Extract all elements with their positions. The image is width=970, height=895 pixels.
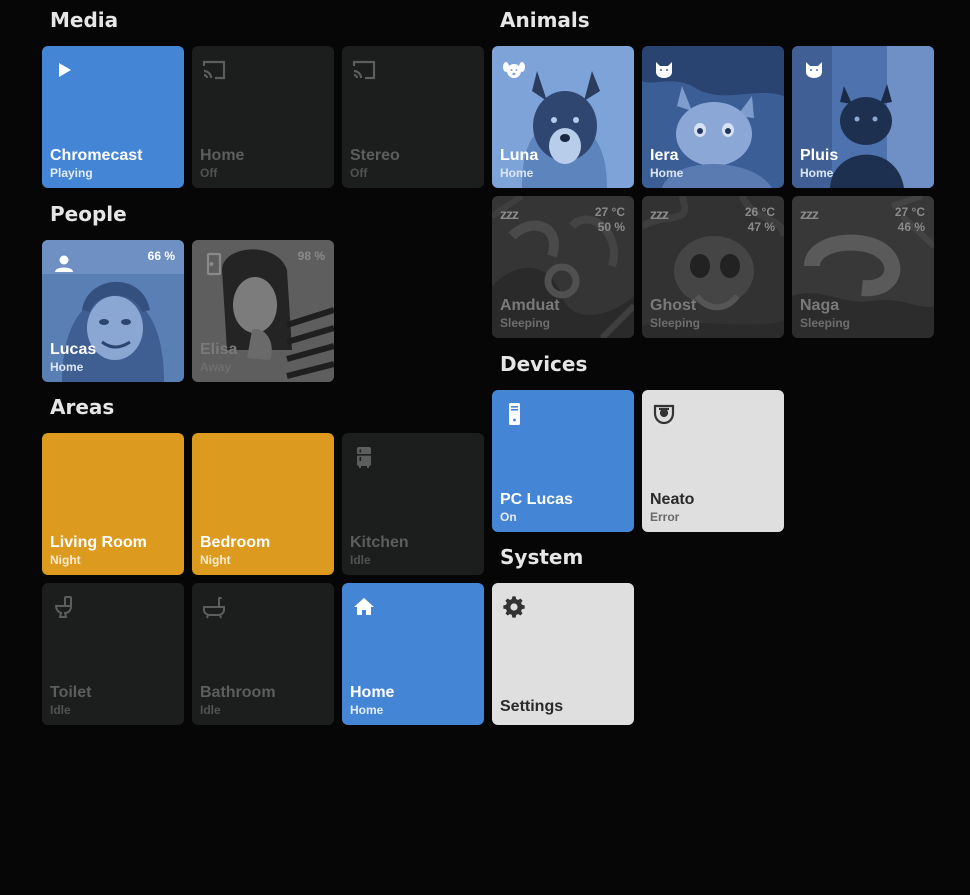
area-tile-home[interactable]: Home Home [342, 583, 484, 725]
area-tile-toilet[interactable]: Toilet Idle [42, 583, 184, 725]
tile-state: On [500, 510, 517, 524]
temperature-humidity: 26 °C 47 % [745, 205, 775, 235]
play-icon [51, 57, 77, 83]
tile-name: Stereo [350, 147, 400, 164]
tile-name: Home [200, 147, 245, 164]
tile-name: Home [350, 684, 395, 701]
tile-name: Iera [650, 147, 679, 164]
section-title-areas: Areas [50, 395, 115, 419]
door-icon [201, 251, 227, 277]
media-tile-stereo[interactable]: Stereo Off [342, 46, 484, 188]
tile-state: Night [50, 553, 81, 567]
animal-tile-ghost[interactable]: zzz 26 °C 47 % Ghost Sleeping [642, 196, 784, 338]
tile-name: Ghost [650, 297, 697, 314]
tile-name: Elisa [200, 341, 238, 358]
cast-icon [201, 57, 227, 83]
person-tile-lucas[interactable]: 66 % Lucas Home [42, 240, 184, 382]
tile-state: Error [650, 510, 680, 524]
area-tile-bedroom[interactable]: Bedroom Night [192, 433, 334, 575]
tile-state: Home [50, 360, 84, 374]
tile-state: Sleeping [800, 316, 851, 330]
sleep-icon: zzz [800, 206, 819, 222]
moon-icon [201, 444, 227, 470]
cat-icon [801, 57, 827, 83]
tile-name: Neato [650, 491, 695, 508]
tile-state: Idle [200, 703, 221, 717]
tile-state: Idle [50, 703, 71, 717]
system-tile-settings[interactable]: Settings [492, 583, 634, 725]
tile-name: Luna [500, 147, 539, 164]
person-icon [51, 251, 77, 277]
tile-state: Home [650, 166, 684, 180]
tile-name: Bathroom [200, 684, 276, 701]
section-title-system: System [500, 545, 584, 569]
tile-name: Naga [800, 297, 840, 314]
area-tile-kitchen[interactable]: Kitchen Idle [342, 433, 484, 575]
media-tile-home[interactable]: Home Off [192, 46, 334, 188]
section-title-animals: Animals [500, 8, 590, 32]
tile-name: PC Lucas [500, 491, 573, 508]
battery-level: 66 % [147, 249, 175, 263]
humidity: 50 % [597, 220, 625, 234]
tile-state: Sleeping [500, 316, 551, 330]
section-title-devices: Devices [500, 352, 588, 376]
tile-name: Chromecast [50, 147, 143, 164]
humidity: 47 % [747, 220, 775, 234]
tile-name: Toilet [50, 684, 92, 701]
cat-icon [651, 57, 677, 83]
bathtub-icon [201, 594, 227, 620]
tile-state: Idle [350, 553, 371, 567]
animal-tile-naga[interactable]: zzz 27 °C 46 % Naga Sleeping [792, 196, 934, 338]
section-title-media: Media [50, 8, 119, 32]
tile-state: Playing [50, 166, 93, 180]
animal-tile-luna[interactable]: Luna Home [492, 46, 634, 188]
animal-tile-amduat[interactable]: zzz 27 °C 50 % Amduat Sleeping [492, 196, 634, 338]
tile-name: Amduat [500, 297, 560, 314]
tile-name: Bedroom [200, 534, 271, 551]
sleep-icon: zzz [500, 206, 519, 222]
media-tile-chromecast[interactable]: Chromecast Playing [42, 46, 184, 188]
humidity: 46 % [897, 220, 925, 234]
gear-icon [501, 594, 527, 620]
tile-name: Living Room [50, 534, 147, 551]
robot-vacuum-icon [651, 401, 677, 427]
tile-state: Night [200, 553, 231, 567]
tile-state: Sleeping [650, 316, 701, 330]
tile-name: Kitchen [350, 534, 409, 551]
battery-level: 98 % [297, 249, 325, 263]
tile-state: Home [350, 703, 384, 717]
tile-name: Pluis [800, 147, 839, 164]
temperature: 26 °C [744, 205, 775, 219]
tile-state: Home [500, 166, 534, 180]
fridge-icon [351, 444, 377, 470]
temperature-humidity: 27 °C 50 % [595, 205, 625, 235]
sleep-icon: zzz [650, 206, 669, 222]
tile-name: Lucas [50, 341, 97, 358]
area-tile-living-room[interactable]: Living Room Night [42, 433, 184, 575]
desktop-tower-icon [501, 401, 527, 427]
toilet-icon [51, 594, 77, 620]
temperature: 27 °C [894, 205, 925, 219]
cast-icon [351, 57, 377, 83]
tile-state: Home [800, 166, 834, 180]
temperature: 27 °C [594, 205, 625, 219]
person-tile-elisa[interactable]: 98 % Elisa Away [192, 240, 334, 382]
animal-tile-iera[interactable]: Iera Home [642, 46, 784, 188]
tile-state: Away [200, 360, 232, 374]
tile-state: Off [200, 166, 218, 180]
tile-name: Settings [500, 698, 564, 715]
dog-icon [501, 57, 527, 83]
area-tile-bathroom[interactable]: Bathroom Idle [192, 583, 334, 725]
tile-state: Off [350, 166, 368, 180]
temperature-humidity: 27 °C 46 % [895, 205, 925, 235]
moon-icon [51, 444, 77, 470]
home-icon [351, 594, 377, 620]
device-tile-pc-lucas[interactable]: PC Lucas On [492, 390, 634, 532]
device-tile-neato[interactable]: Neato Error [642, 390, 784, 532]
section-title-people: People [50, 202, 127, 226]
animal-tile-pluis[interactable]: Pluis Home [792, 46, 934, 188]
